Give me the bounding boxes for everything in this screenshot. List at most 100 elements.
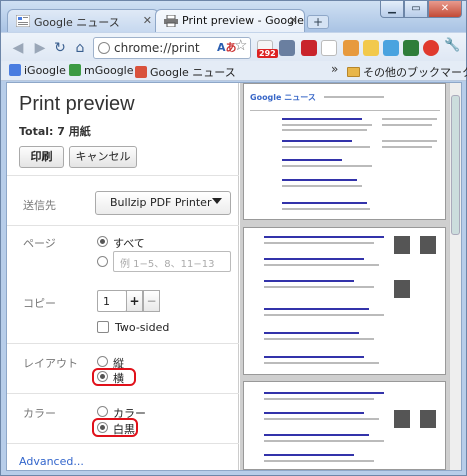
- folder-icon: [347, 67, 360, 77]
- preview-text-line: [264, 242, 374, 244]
- preview-headline: [264, 258, 364, 260]
- preview-photo: [420, 236, 436, 254]
- extension-chart-icon[interactable]: [403, 40, 419, 56]
- preview-page-1: Google ニュース: [243, 83, 446, 220]
- preview-page-2: [243, 227, 446, 375]
- print-button[interactable]: 印刷: [19, 146, 64, 168]
- preview-text-line: [282, 165, 372, 167]
- destination-value: Bullzip PDF Printer: [110, 196, 212, 209]
- divider: [7, 175, 239, 176]
- page-title: Print preview: [19, 93, 135, 115]
- bookmark-mgoogle[interactable]: mGoogle: [69, 64, 134, 77]
- preview-text-line: [282, 208, 370, 210]
- extension-camera-icon[interactable]: [279, 40, 295, 56]
- mgoogle-icon: [69, 64, 81, 76]
- tab-google-news[interactable]: Google ニュース ✕: [7, 9, 159, 32]
- copies-decrement-button[interactable]: −: [143, 290, 160, 312]
- advanced-link[interactable]: Advanced...: [19, 455, 84, 468]
- destination-select[interactable]: Bullzip PDF Printer: [95, 191, 231, 215]
- copies-input[interactable]: 1: [97, 290, 127, 312]
- extension-note-icon[interactable]: [363, 40, 379, 56]
- tab-label: Google ニュース: [34, 16, 120, 29]
- divider: [7, 343, 239, 344]
- minimize-icon[interactable]: ▁: [380, 1, 404, 18]
- preview-headline: [282, 159, 342, 161]
- other-bookmarks[interactable]: その他のブックマーク: [347, 64, 467, 80]
- tab-close-icon[interactable]: ✕: [289, 14, 298, 27]
- color-bw-label: 白黒: [113, 423, 135, 436]
- layout-landscape-label: 横: [113, 372, 124, 385]
- extension-badge: 292: [257, 49, 278, 58]
- preview-headline: [282, 118, 362, 120]
- new-tab-button[interactable]: +: [307, 15, 329, 29]
- page-range-input[interactable]: 例 1−5、8、11−13: [113, 251, 231, 272]
- bookmark-star-icon[interactable]: ☆: [234, 36, 247, 54]
- preview-headline: [264, 454, 354, 456]
- color-color-radio[interactable]: [97, 406, 108, 417]
- tab-close-icon[interactable]: ✕: [143, 14, 152, 27]
- layout-portrait-radio[interactable]: [97, 356, 108, 367]
- preview-headline: [282, 202, 367, 204]
- preview-text-line: [264, 398, 374, 400]
- preview-text-line: [264, 264, 379, 266]
- preview-headline: [264, 356, 364, 358]
- preview-photo: [394, 410, 410, 428]
- bookmark-google-news[interactable]: Google ニュース: [135, 64, 236, 80]
- address-bar-url: chrome://print: [114, 41, 200, 55]
- extension-shield-icon[interactable]: [301, 40, 317, 56]
- copies-increment-button[interactable]: +: [126, 290, 143, 312]
- extension-hand-icon[interactable]: [343, 40, 359, 56]
- news-favicon-icon: [16, 15, 30, 27]
- pages-label: ページ: [23, 237, 56, 250]
- pages-all-radio[interactable]: [97, 236, 108, 247]
- maximize-icon[interactable]: ▭: [404, 1, 428, 18]
- bookmarks-overflow-icon[interactable]: »: [331, 62, 338, 76]
- pages-range-radio[interactable]: [97, 256, 108, 267]
- preview-sidebar-line: [382, 146, 432, 148]
- copies-label: コピー: [23, 297, 56, 310]
- preview-headline: [282, 140, 352, 142]
- divider: [7, 225, 239, 226]
- extension-translate-icon[interactable]: [383, 40, 399, 56]
- wrench-icon[interactable]: 🔧: [444, 38, 460, 54]
- preview-text-line: [282, 146, 370, 148]
- preview-text-line: [264, 286, 374, 288]
- back-icon[interactable]: ◀: [9, 39, 27, 57]
- browser-window: Google ニュース ✕ Print preview - Google ✕ +…: [0, 0, 467, 476]
- pages-all-label: すべて: [113, 237, 145, 250]
- preview-text-line: [264, 460, 374, 462]
- preview-scrollbar[interactable]: [449, 83, 461, 470]
- extension-opera-icon[interactable]: [423, 40, 439, 56]
- printer-favicon-icon: [164, 15, 178, 27]
- preview-headline: [264, 392, 384, 394]
- preview-photo: [420, 410, 436, 428]
- scrollbar-thumb[interactable]: [451, 95, 460, 235]
- window-close-icon[interactable]: ✕: [428, 1, 462, 18]
- preview-sidebar-line: [382, 140, 437, 142]
- color-bw-radio[interactable]: [97, 422, 108, 433]
- preview-text-line: [282, 185, 362, 187]
- layout-landscape-radio[interactable]: [97, 371, 108, 382]
- home-icon[interactable]: ⌂: [71, 39, 89, 57]
- preview-logo: Google ニュース: [250, 93, 316, 102]
- destination-label: 送信先: [23, 199, 56, 212]
- extension-gmail-icon[interactable]: [321, 40, 337, 56]
- tab-print-preview[interactable]: Print preview - Google ✕: [155, 9, 305, 32]
- preview-headline: [264, 332, 359, 334]
- color-label: カラー: [23, 407, 56, 420]
- news-icon: [135, 66, 147, 78]
- bookmark-igoogle[interactable]: iGoogle: [9, 64, 66, 77]
- cancel-button[interactable]: キャンセル: [69, 146, 137, 168]
- two-sided-label: Two-sided: [115, 321, 170, 334]
- tab-label: Print preview - Google: [182, 14, 304, 27]
- navigation-toolbar: ◀ ▶ ↻ ⌂ chrome://print Aあ ☆ 292 🔧: [1, 32, 466, 61]
- preview-headline: [264, 236, 384, 238]
- forward-icon[interactable]: ▶: [31, 39, 49, 57]
- two-sided-checkbox[interactable]: [97, 321, 109, 333]
- preview-text-line: [282, 124, 372, 126]
- preview-photo: [394, 280, 410, 298]
- divider: [7, 393, 239, 394]
- reload-icon[interactable]: ↻: [51, 39, 69, 57]
- preview-headline: [264, 434, 369, 436]
- dropdown-arrow-icon: [212, 198, 222, 204]
